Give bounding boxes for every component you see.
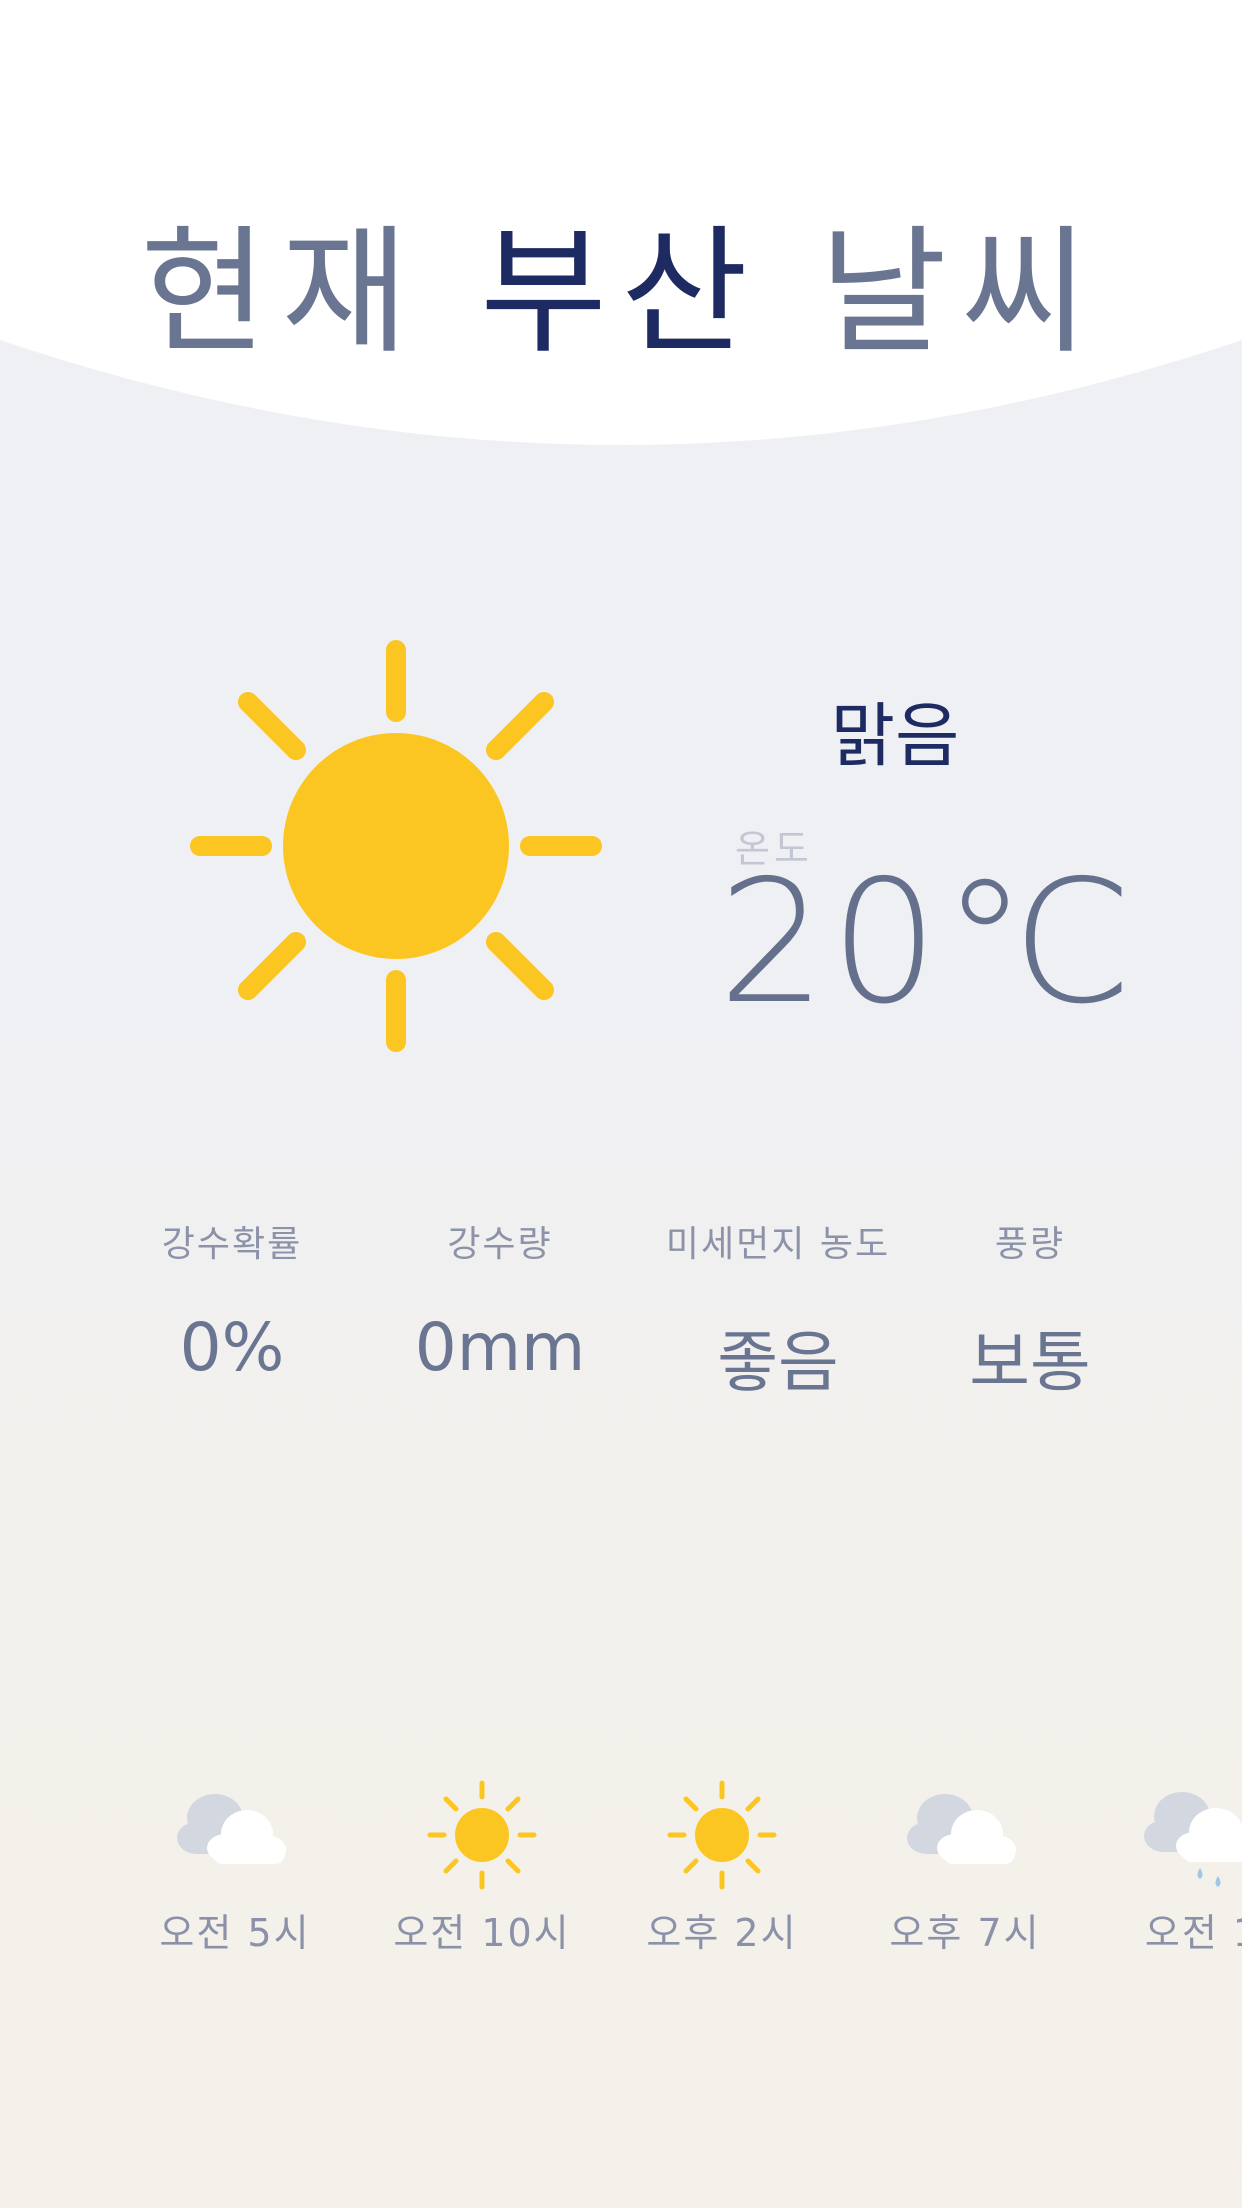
forecast-time: 오전 1: [1144, 1911, 1242, 1955]
stat-value: 보통: [969, 1324, 1091, 1401]
stat-value: 0mm: [414, 1309, 586, 1386]
forecast-time: 오전 10시: [393, 1911, 571, 1955]
stat-label: 강수량: [447, 1224, 553, 1265]
stat-precipitation-probability: 강수확률 0%: [92, 1215, 372, 1386]
sun-icon: [190, 640, 602, 1052]
cloud-icon: [177, 1794, 286, 1864]
cloud-icon: [907, 1794, 1016, 1864]
forecast-item[interactable]: 오전 10시: [362, 1780, 602, 1957]
stat-label: 미세먼지 농도: [665, 1224, 891, 1265]
sun-icon: [427, 1780, 537, 1890]
stat-wind: 풍량 보통: [890, 1215, 1170, 1405]
forecast-time: 오후 7시: [889, 1911, 1041, 1955]
sun-icon: [667, 1780, 777, 1890]
stat-fine-dust: 미세먼지 농도 좋음: [638, 1215, 918, 1405]
stat-value: 0%: [179, 1309, 285, 1386]
weather-condition: 맑음: [830, 695, 960, 777]
title-prefix: 현재: [140, 212, 423, 373]
title-suffix: 날씨: [819, 212, 1102, 373]
hourly-forecast[interactable]: 오전 5시 오전 10시 오후 2시 오후 7시 오전: [0, 1780, 1242, 1980]
forecast-item[interactable]: 오후 2시: [602, 1780, 842, 1957]
stat-label: 강수확률: [161, 1224, 303, 1265]
temperature-value: 20℃: [718, 844, 1138, 1042]
forecast-time: 오전 5시: [159, 1911, 311, 1955]
forecast-item[interactable]: 오전 5시: [115, 1780, 355, 1957]
city-name[interactable]: 부산: [480, 212, 762, 373]
page-title: 현재 부산 날씨: [0, 180, 1242, 380]
stat-value: 좋음: [717, 1324, 839, 1401]
rain-cloud-icon: [1144, 1792, 1242, 1887]
forecast-item[interactable]: 오전 1: [1082, 1780, 1242, 1957]
forecast-item[interactable]: 오후 7시: [845, 1780, 1085, 1957]
stat-label: 풍량: [994, 1224, 1066, 1265]
forecast-time: 오후 2시: [646, 1911, 798, 1955]
stat-precipitation-amount: 강수량 0mm: [360, 1215, 640, 1386]
